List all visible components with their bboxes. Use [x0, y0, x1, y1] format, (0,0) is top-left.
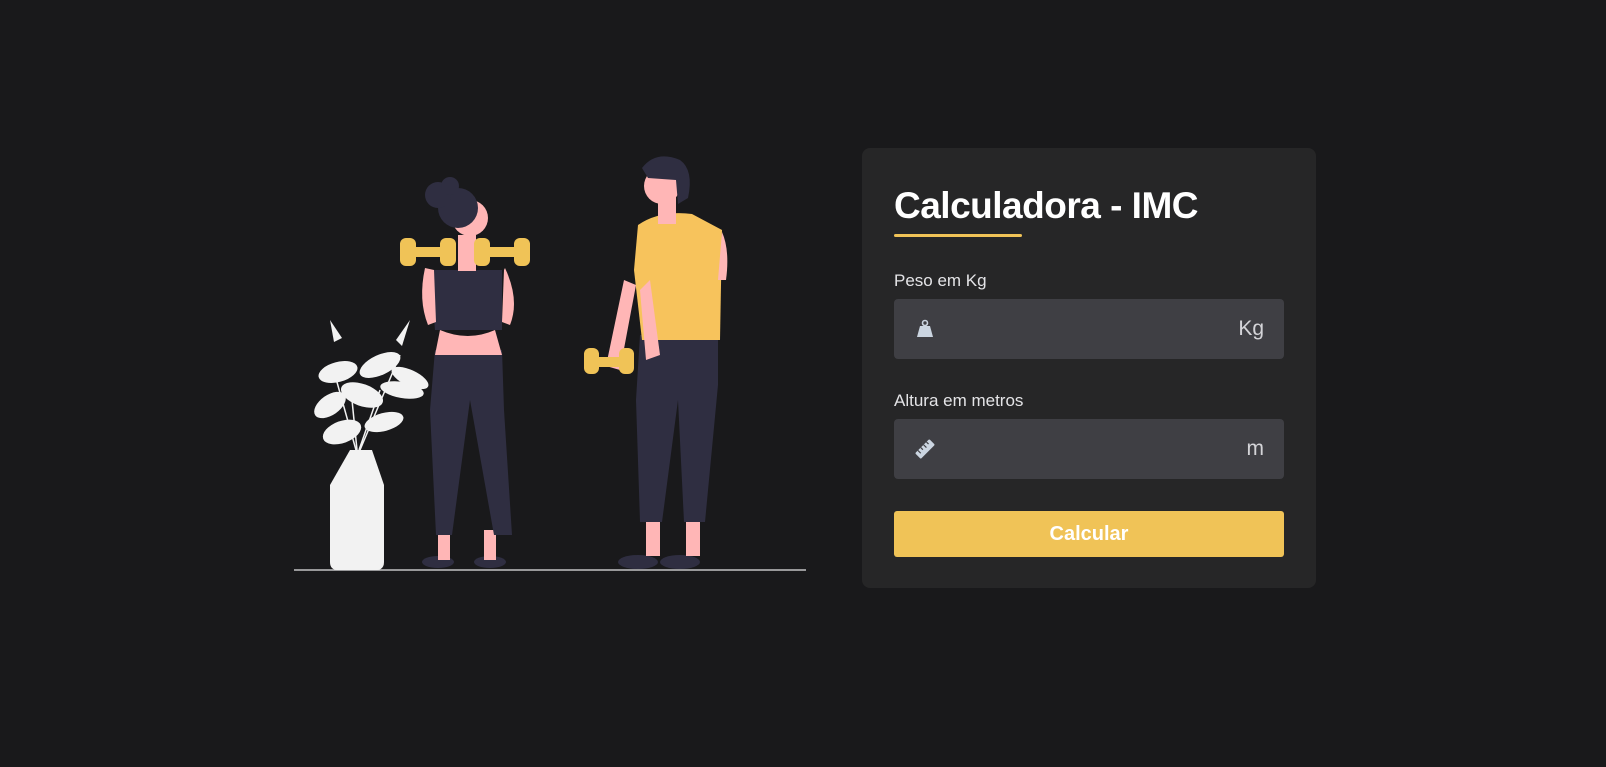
- height-unit: m: [1246, 437, 1265, 460]
- ruler-icon: [914, 438, 936, 460]
- plant-vase: [314, 320, 429, 570]
- calculate-button[interactable]: Calcular: [894, 511, 1284, 557]
- weight-unit: Kg: [1238, 317, 1264, 340]
- weight-input[interactable]: [936, 299, 1239, 359]
- weight-input-box[interactable]: Kg: [894, 299, 1284, 359]
- woman-figure: [400, 177, 530, 568]
- weight-label: Peso em Kg: [894, 271, 987, 290]
- page-title: Calculadora - IMC: [894, 185, 1199, 226]
- imc-calculator-card: Calculadora - IMC Peso em Kg Kg Altura e…: [862, 148, 1316, 588]
- weight-icon: [914, 318, 936, 340]
- man-figure: [584, 156, 728, 569]
- height-input-box[interactable]: m: [894, 419, 1284, 479]
- title-underline: [894, 234, 1022, 237]
- height-input[interactable]: [936, 419, 1247, 479]
- height-label: Altura em metros: [894, 391, 1024, 410]
- fitness-illustration: [294, 156, 806, 571]
